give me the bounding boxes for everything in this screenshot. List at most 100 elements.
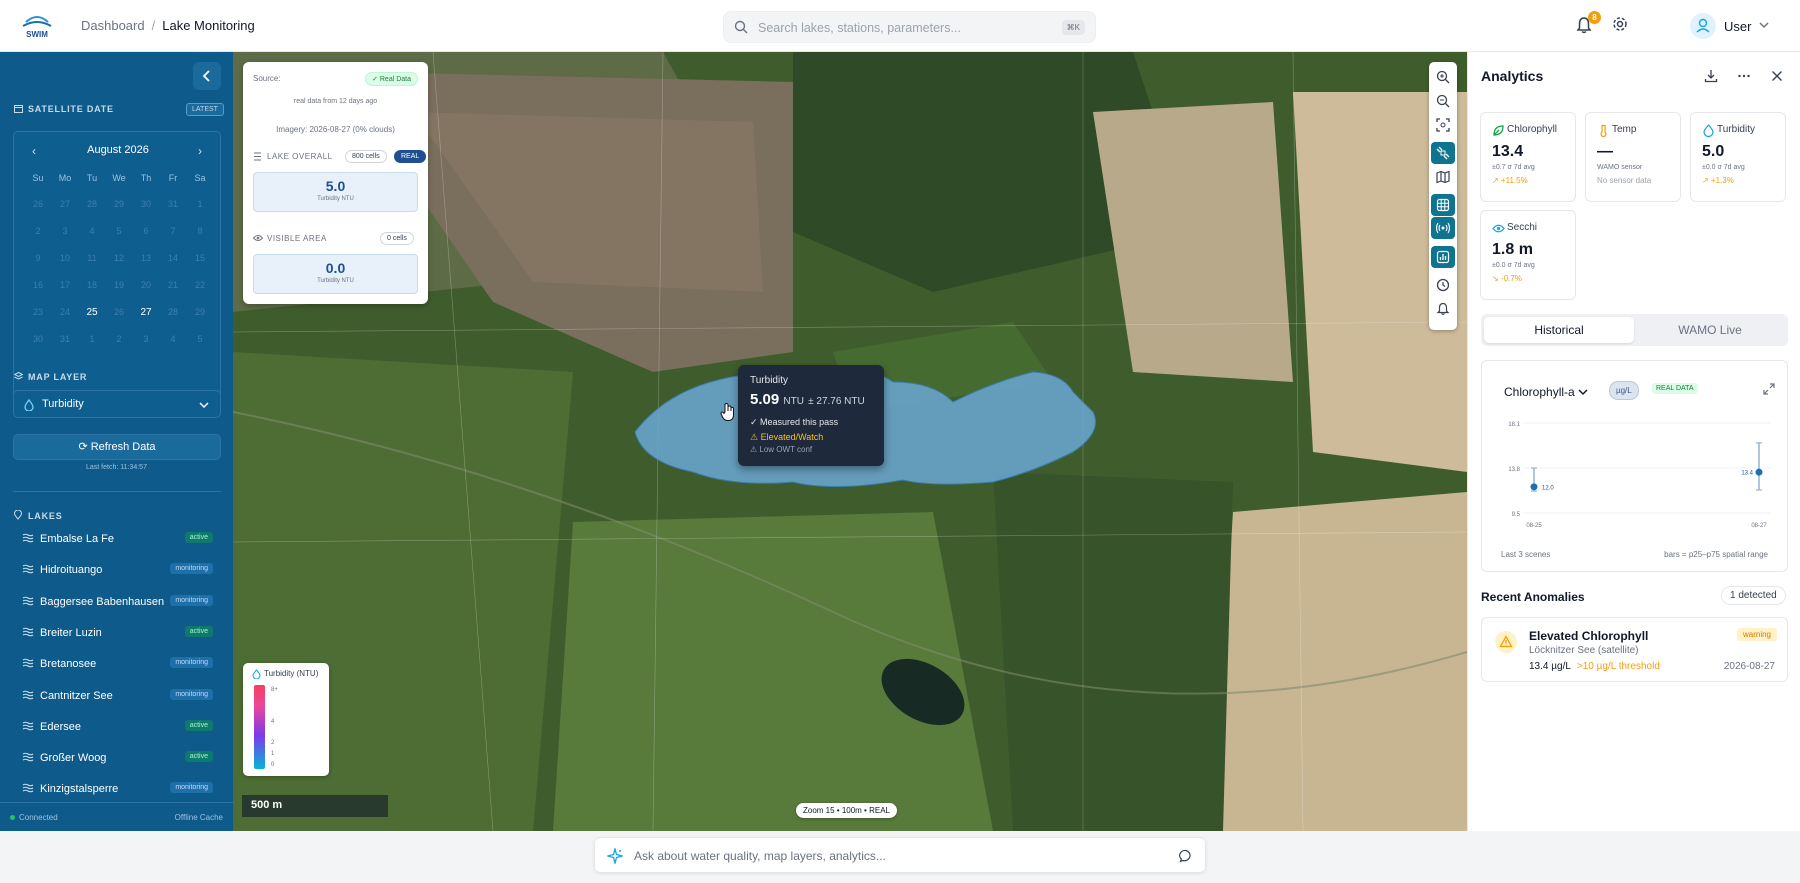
zoom-in-button[interactable] bbox=[1431, 66, 1455, 88]
anomalies-count-badge: 1 detected bbox=[1721, 586, 1786, 605]
chart-parameter-select[interactable]: Chlorophyll-a bbox=[1504, 385, 1588, 399]
chevron-down-icon bbox=[1578, 389, 1588, 396]
chart-footer-right: bars = p25–p75 spatial range bbox=[1664, 550, 1768, 559]
x-tick-label: 08-25 bbox=[1526, 523, 1542, 529]
calendar-day: 16 bbox=[32, 280, 43, 290]
waves-icon bbox=[22, 627, 34, 637]
satellite-layer-button[interactable] bbox=[1431, 142, 1455, 164]
chart-footer-left: Last 3 scenes bbox=[1501, 550, 1551, 559]
gear-icon[interactable] bbox=[1612, 16, 1628, 32]
lake-name: Bretanosee bbox=[40, 658, 97, 671]
assistant-input[interactable]: Ask about water quality, map layers, ana… bbox=[594, 837, 1206, 873]
calendar-day-available[interactable]: 27 bbox=[133, 307, 159, 318]
refresh-label: Refresh Data bbox=[90, 441, 156, 453]
zoom-info: Zoom 15 • 100m • REAL bbox=[796, 803, 897, 818]
lake-overall-label: LAKE OVERALL bbox=[267, 152, 333, 161]
lake-list-item[interactable]: Cantnitzer See monitoring bbox=[0, 681, 233, 711]
avatar[interactable] bbox=[1690, 13, 1716, 39]
metric-trend: ↗ +1.3% bbox=[1702, 176, 1734, 185]
calendar-day: 21 bbox=[167, 280, 178, 290]
weekday-label: Sa bbox=[194, 173, 206, 183]
lake-list-item[interactable]: Embalse La Fe active bbox=[0, 524, 233, 554]
swim-logo[interactable]: SWIM bbox=[18, 12, 56, 40]
metric-name: Secchi bbox=[1507, 222, 1538, 233]
calendar-day: 11 bbox=[87, 253, 97, 263]
search-input[interactable]: Search lakes, stations, parameters... ⌘K bbox=[723, 11, 1096, 43]
calendar-day: 31 bbox=[59, 334, 70, 344]
lake-list-item[interactable]: Großer Woog active bbox=[0, 743, 233, 773]
map-style-button[interactable] bbox=[1431, 166, 1455, 188]
alerts-button[interactable] bbox=[1431, 298, 1455, 320]
metric-card-secchi[interactable]: Secchi 1.8 m ±0.0 σ 7d avg ↘ -0.7% bbox=[1480, 210, 1576, 300]
droplet-icon bbox=[252, 669, 261, 679]
data-point[interactable] bbox=[1755, 468, 1763, 476]
metric-value: 5.0 bbox=[1702, 143, 1725, 160]
calendar-day: 24 bbox=[59, 307, 70, 317]
lake-list-item[interactable]: Edersee active bbox=[0, 712, 233, 742]
calendar-day: 31 bbox=[167, 199, 178, 209]
chat-icon[interactable] bbox=[1179, 849, 1193, 863]
calendar-day: 8 bbox=[197, 226, 203, 236]
lake-list-item[interactable]: Hidroituango monitoring bbox=[0, 555, 233, 585]
expand-icon[interactable] bbox=[1763, 383, 1775, 395]
calendar-day-available[interactable]: 25 bbox=[79, 307, 105, 318]
latest-badge[interactable]: LATEST bbox=[186, 103, 224, 116]
refresh-icon: ⟳ bbox=[78, 441, 91, 453]
more-icon[interactable] bbox=[1737, 69, 1751, 83]
tab-historical[interactable]: Historical bbox=[1484, 317, 1634, 343]
lake-status-badge: active bbox=[184, 751, 213, 763]
stations-layer-button[interactable] bbox=[1431, 217, 1455, 239]
lake-list-item[interactable]: Kinzigstalsperre monitoring bbox=[0, 774, 233, 804]
refresh-data-button[interactable]: ⟳ Refresh Data bbox=[13, 434, 221, 460]
visible-area-value-box: 0.0 Turbidity NTU bbox=[253, 254, 418, 294]
map-layer-label: MAP LAYER bbox=[28, 372, 88, 382]
calendar-icon bbox=[14, 105, 23, 113]
calendar-day: 17 bbox=[59, 280, 70, 290]
tab-wamo-live[interactable]: WAMO Live bbox=[1635, 317, 1785, 343]
scale-label: 500 m bbox=[251, 799, 283, 811]
next-month-button[interactable]: › bbox=[198, 144, 202, 158]
anomaly-card[interactable]: Elevated Chlorophyll Löcknitzer See (sat… bbox=[1481, 617, 1788, 682]
metric-trend: ↘ -0.7% bbox=[1492, 274, 1522, 283]
metric-card-temp[interactable]: Temp — WAMO sensor No sensor data bbox=[1585, 112, 1681, 202]
history-button[interactable] bbox=[1431, 274, 1455, 296]
calendar-day: 18 bbox=[86, 280, 97, 290]
severity-badge: warning bbox=[1736, 628, 1777, 641]
weekday-label: Tu bbox=[86, 173, 98, 183]
lake-name: Baggersee Babenhausen bbox=[40, 595, 165, 608]
data-point[interactable] bbox=[1530, 483, 1538, 491]
metric-name: Turbidity bbox=[1717, 124, 1755, 135]
chevron-down-icon[interactable] bbox=[1758, 20, 1770, 30]
calendar-day: 5 bbox=[116, 226, 122, 236]
calendar-day: 30 bbox=[140, 199, 151, 209]
lake-list-item[interactable]: Breiter Luzin active bbox=[0, 618, 233, 648]
chart-unit-badge[interactable]: µg/L bbox=[1609, 381, 1639, 400]
lake-list-item[interactable]: Baggersee Babenhausen monitoring bbox=[0, 587, 233, 617]
collapse-sidebar-button[interactable] bbox=[193, 62, 221, 90]
offline-cache-link[interactable]: Offline Cache bbox=[175, 813, 223, 822]
droplet-icon bbox=[24, 399, 34, 411]
close-icon[interactable] bbox=[1770, 69, 1784, 83]
metric-value: 1.8 m bbox=[1492, 241, 1533, 258]
lake-status-badge: monitoring bbox=[170, 594, 213, 606]
lake-overall-unit: Turbidity NTU bbox=[317, 196, 354, 202]
satellite-icon bbox=[1436, 146, 1450, 160]
fit-view-button[interactable] bbox=[1431, 114, 1455, 136]
lake-list-item[interactable]: Bretanosee monitoring bbox=[0, 649, 233, 679]
metric-card-turbidity[interactable]: Turbidity 5.0 ±0.0 σ 7d avg ↗ +1.3% bbox=[1690, 112, 1786, 202]
user-name[interactable]: User bbox=[1724, 19, 1751, 34]
breadcrumb-dashboard[interactable]: Dashboard bbox=[81, 18, 145, 33]
zoom-out-button[interactable] bbox=[1431, 90, 1455, 112]
calendar-day: 4 bbox=[89, 226, 95, 236]
metric-card-chlorophyll[interactable]: Chlorophyll 13.4 ±0.7 σ 7d avg ↗ +11.5% bbox=[1480, 112, 1576, 202]
grid-layer-button[interactable] bbox=[1431, 194, 1455, 216]
metric-name: Temp bbox=[1612, 124, 1637, 135]
legend-tick: 1 bbox=[271, 751, 275, 757]
waves-icon bbox=[22, 690, 34, 699]
lake-name: Embalse La Fe bbox=[40, 533, 114, 545]
analytics-toggle-button[interactable] bbox=[1431, 246, 1455, 268]
search-placeholder: Search lakes, stations, parameters... bbox=[758, 21, 961, 35]
map-layer-select[interactable]: Turbidity bbox=[13, 390, 221, 418]
assistant-placeholder: Ask about water quality, map layers, ana… bbox=[634, 849, 886, 863]
download-icon[interactable] bbox=[1704, 69, 1718, 83]
